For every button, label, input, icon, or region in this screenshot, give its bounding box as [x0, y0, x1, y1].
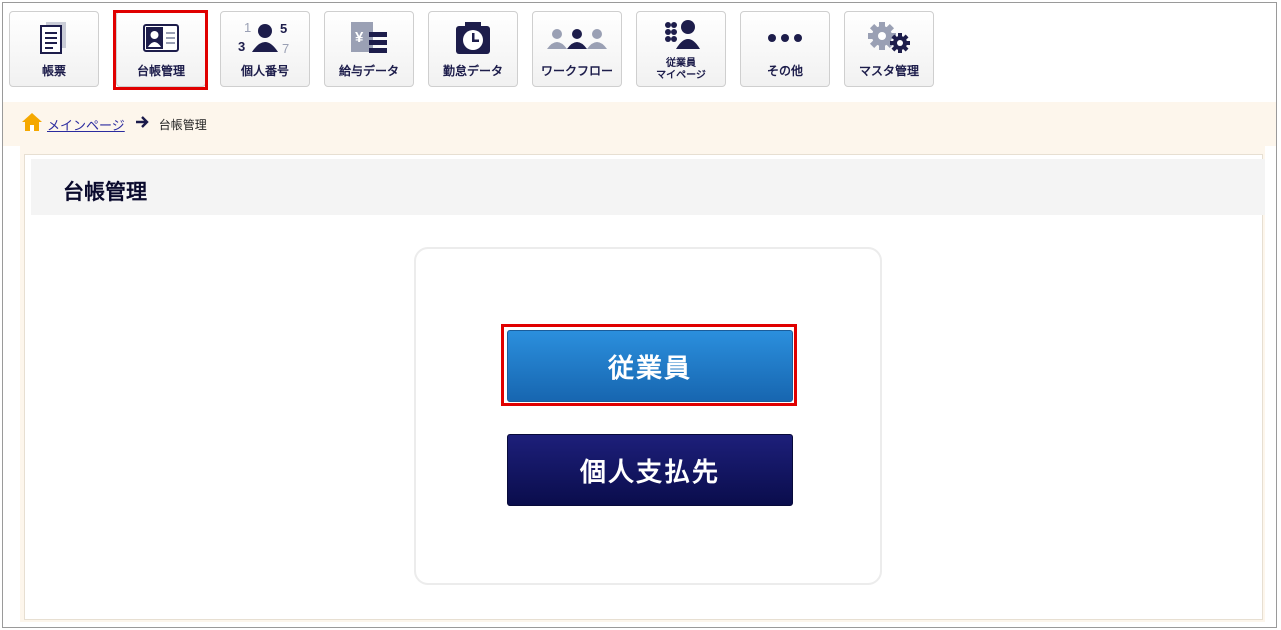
gears-icon: [845, 20, 933, 56]
breadcrumb-current: 台帳管理: [158, 117, 207, 132]
document-icon: [10, 20, 98, 56]
workflow-users-icon: [533, 20, 621, 56]
ledger-card-icon: [117, 20, 205, 56]
toolbar-label: 勤怠データ: [442, 64, 503, 78]
payee-button[interactable]: 個人支払先: [507, 434, 793, 506]
employee-mypage-icon: [637, 16, 725, 52]
toolbar-button-salary-data[interactable]: ¥ 給与データ: [324, 11, 414, 87]
home-icon: [21, 112, 43, 136]
toolbar-label: 給与データ: [338, 64, 399, 78]
more-dots-icon: [741, 20, 829, 56]
toolbar-label: 帳票: [41, 64, 66, 78]
attendance-clock-icon: [429, 20, 517, 56]
toolbar-label: マスタ管理: [858, 64, 919, 78]
top-toolbar: 帳票 台帳管理 1 5 3 7 個人番号 ¥ 給与データ 勤怠データ ワークフロ…: [3, 3, 1276, 103]
svg-text:1: 1: [244, 20, 251, 35]
toolbar-button-other[interactable]: その他: [740, 11, 830, 87]
toolbar-button-master[interactable]: マスタ管理: [844, 11, 934, 87]
toolbar-label: 従業員 マイページ: [656, 58, 706, 81]
personal-number-icon: 1 5 3 7: [221, 20, 309, 56]
toolbar-button-ledger[interactable]: 台帳管理: [116, 11, 206, 87]
app-window: 帳票 台帳管理 1 5 3 7 個人番号 ¥ 給与データ 勤怠データ ワークフロ…: [2, 2, 1277, 628]
toolbar-button-attendance-data[interactable]: 勤怠データ: [428, 11, 518, 87]
toolbar-label: ワークフロー: [540, 64, 613, 78]
svg-text:¥: ¥: [355, 29, 364, 46]
salary-data-icon: ¥: [325, 20, 413, 56]
toolbar-label: 個人番号: [240, 64, 289, 78]
main-panel: 台帳管理 従業員 個人支払先: [20, 146, 1265, 622]
toolbar-button-employee-mypage[interactable]: 従業員 マイページ: [636, 11, 726, 87]
toolbar-button-workflow[interactable]: ワークフロー: [532, 11, 622, 87]
arrow-right-icon: [135, 116, 149, 132]
menu-card: 従業員 個人支払先: [414, 247, 882, 585]
svg-text:7: 7: [282, 41, 289, 56]
employee-button[interactable]: 従業員: [507, 330, 793, 402]
page-title-bar: 台帳管理: [31, 159, 1265, 215]
svg-text:3: 3: [238, 39, 245, 54]
svg-text:5: 5: [280, 21, 287, 36]
page-title: 台帳管理: [63, 180, 147, 204]
toolbar-label: 台帳管理: [136, 64, 185, 78]
content-area: 台帳管理 従業員 個人支払先: [24, 154, 1265, 620]
breadcrumb: メインページ 台帳管理: [3, 102, 1276, 146]
toolbar-label: その他: [766, 64, 803, 78]
breadcrumb-home-link[interactable]: メインページ: [47, 115, 125, 134]
toolbar-button-personal-number[interactable]: 1 5 3 7 個人番号: [220, 11, 310, 87]
toolbar-button-forms[interactable]: 帳票: [9, 11, 99, 87]
